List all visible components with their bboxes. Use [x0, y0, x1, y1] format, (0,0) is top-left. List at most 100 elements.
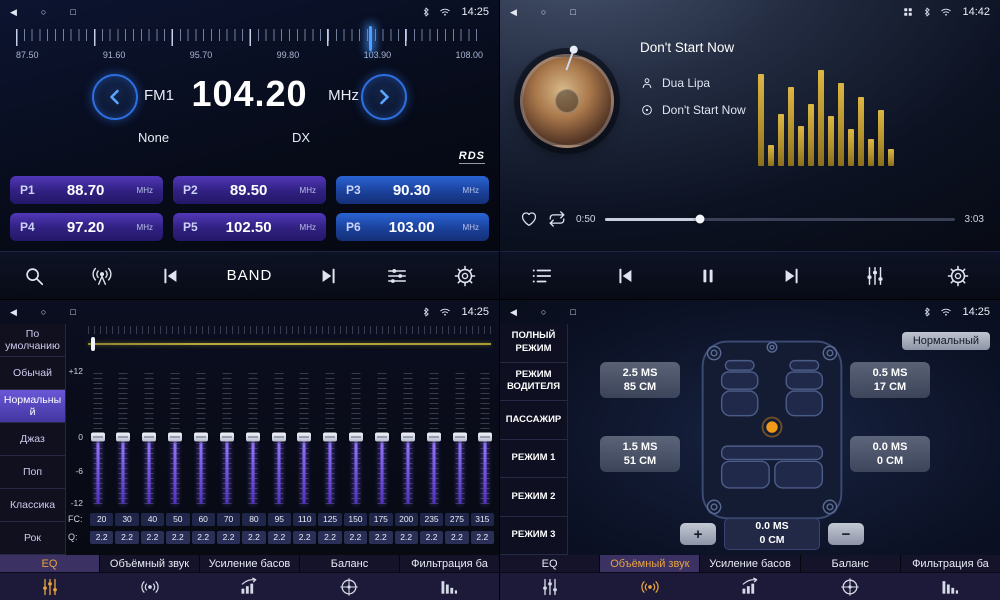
- balance-tab-icon[interactable]: [800, 573, 900, 600]
- eq-band-frequency[interactable]: 80: [242, 513, 265, 526]
- pause-icon[interactable]: [697, 265, 719, 287]
- eq-band-handle[interactable]: [349, 433, 363, 442]
- album-art[interactable]: [520, 54, 614, 148]
- tab-eq[interactable]: EQ: [0, 555, 100, 572]
- front-left-delay[interactable]: 2.5 MS 85 CM: [600, 362, 680, 398]
- eq-band-slider[interactable]: [219, 370, 234, 504]
- tab-filter[interactable]: Фильтрация ба: [400, 555, 499, 572]
- recents-icon[interactable]: □: [70, 307, 75, 317]
- preset-button-p3[interactable]: P3 90.30 MHz: [336, 176, 489, 204]
- search-icon[interactable]: [23, 265, 45, 287]
- eq-band-frequency[interactable]: 70: [217, 513, 240, 526]
- eq-band-slider[interactable]: [374, 370, 389, 504]
- eq-band-q[interactable]: 2.2: [293, 531, 316, 544]
- back-icon[interactable]: ◀: [510, 307, 517, 318]
- back-icon[interactable]: ◀: [10, 307, 17, 318]
- preset-button-p6[interactable]: P6 103.00 MHz: [336, 213, 489, 241]
- eq-band-frequency[interactable]: 20: [90, 513, 113, 526]
- mode-1[interactable]: РЕЖИМ 1: [500, 440, 567, 479]
- eq-band-frequency[interactable]: 125: [318, 513, 341, 526]
- eq-band-slider[interactable]: [168, 370, 183, 504]
- eq-band-q[interactable]: 2.2: [369, 531, 392, 544]
- eq-band-q[interactable]: 2.2: [471, 531, 494, 544]
- back-icon[interactable]: ◀: [10, 7, 17, 18]
- eq-band-q[interactable]: 2.2: [115, 531, 138, 544]
- rear-left-delay[interactable]: 1.5 MS 51 CM: [600, 436, 680, 472]
- eq-band-q[interactable]: 2.2: [166, 531, 189, 544]
- eq-band-handle[interactable]: [453, 433, 467, 442]
- eq-tab-icon[interactable]: [500, 573, 600, 600]
- eq-band-frequency[interactable]: 30: [115, 513, 138, 526]
- mode-driver[interactable]: РЕЖИМ ВОДИТЕЛЯ: [500, 363, 567, 402]
- preset-badge[interactable]: Нормальный: [902, 332, 990, 350]
- frequency-ruler[interactable]: 87.50 91.60 95.70 99.80 103.90 108.00: [16, 29, 483, 65]
- master-fader-handle[interactable]: [91, 337, 95, 351]
- home-icon[interactable]: ○: [541, 7, 546, 17]
- bass-boost-tab-icon[interactable]: [200, 573, 300, 600]
- settings-gear-icon[interactable]: [454, 265, 476, 287]
- bass-boost-tab-icon[interactable]: [700, 573, 800, 600]
- rear-right-delay[interactable]: 0.0 MS 0 CM: [850, 436, 930, 472]
- eq-band-handle[interactable]: [427, 433, 441, 442]
- eq-band-handle[interactable]: [168, 433, 182, 442]
- master-fader[interactable]: [88, 338, 491, 350]
- eq-preset-normal[interactable]: Нормальный: [0, 390, 65, 423]
- tab-bass-boost[interactable]: Усиление басов: [700, 555, 800, 572]
- eq-band-frequency[interactable]: 200: [395, 513, 418, 526]
- tab-surround[interactable]: Объёмный звук: [600, 555, 700, 572]
- next-station-icon[interactable]: [318, 265, 340, 287]
- tab-balance[interactable]: Баланс: [300, 555, 400, 572]
- equalizer-icon[interactable]: [386, 265, 408, 287]
- front-right-delay[interactable]: 0.5 MS 17 CM: [850, 362, 930, 398]
- eq-preset-pop[interactable]: Поп: [0, 456, 65, 489]
- eq-band-frequency[interactable]: 175: [369, 513, 392, 526]
- preset-button-p4[interactable]: P4 97.20 MHz: [10, 213, 163, 241]
- tab-balance[interactable]: Баланс: [801, 555, 901, 572]
- home-icon[interactable]: ○: [41, 307, 46, 317]
- eq-band-frequency[interactable]: 150: [344, 513, 367, 526]
- broadcast-scan-icon[interactable]: [91, 265, 113, 287]
- eq-preset-rock[interactable]: Рок: [0, 522, 65, 555]
- eq-band-slider[interactable]: [452, 370, 467, 504]
- mode-3[interactable]: РЕЖИМ 3: [500, 517, 567, 556]
- repeat-icon[interactable]: [548, 210, 566, 228]
- mode-full[interactable]: ПОЛНЫЙ РЕЖИМ: [500, 324, 567, 363]
- eq-band-q[interactable]: 2.2: [268, 531, 291, 544]
- filter-tab-icon[interactable]: [900, 573, 1000, 600]
- eq-preset-jazz[interactable]: Джаз: [0, 423, 65, 456]
- eq-band-q[interactable]: 2.2: [242, 531, 265, 544]
- preset-button-p1[interactable]: P1 88.70 MHz: [10, 176, 163, 204]
- eq-band-q[interactable]: 2.2: [445, 531, 468, 544]
- seek-up-button[interactable]: [361, 74, 407, 120]
- eq-band-handle[interactable]: [91, 433, 105, 442]
- home-icon[interactable]: ○: [541, 307, 546, 317]
- eq-preset-default[interactable]: По умолчанию: [0, 324, 65, 357]
- eq-band-handle[interactable]: [246, 433, 260, 442]
- eq-band-frequency[interactable]: 235: [420, 513, 443, 526]
- eq-band-handle[interactable]: [375, 433, 389, 442]
- eq-band-q[interactable]: 2.2: [420, 531, 443, 544]
- eq-band-handle[interactable]: [194, 433, 208, 442]
- eq-band-slider[interactable]: [426, 370, 441, 504]
- tab-bass-boost[interactable]: Усиление басов: [200, 555, 300, 572]
- progress-thumb[interactable]: [695, 215, 704, 224]
- filter-tab-icon[interactable]: [399, 573, 499, 600]
- recents-icon[interactable]: □: [70, 7, 75, 17]
- eq-band-slider[interactable]: [478, 370, 493, 504]
- eq-band-frequency[interactable]: 40: [141, 513, 164, 526]
- eq-band-q[interactable]: 2.2: [90, 531, 113, 544]
- recents-icon[interactable]: □: [570, 7, 575, 17]
- next-track-icon[interactable]: [781, 265, 803, 287]
- balance-tab-icon[interactable]: [299, 573, 399, 600]
- eq-band-frequency[interactable]: 60: [192, 513, 215, 526]
- eq-preset-custom[interactable]: Обычай: [0, 357, 65, 390]
- eq-band-handle[interactable]: [323, 433, 337, 442]
- mode-2[interactable]: РЕЖИМ 2: [500, 478, 567, 517]
- eq-band-slider[interactable]: [400, 370, 415, 504]
- eq-band-slider[interactable]: [349, 370, 364, 504]
- eq-band-frequency[interactable]: 275: [445, 513, 468, 526]
- eq-band-handle[interactable]: [272, 433, 286, 442]
- tab-eq[interactable]: EQ: [500, 555, 600, 572]
- playlist-icon[interactable]: [531, 265, 553, 287]
- eq-band-handle[interactable]: [297, 433, 311, 442]
